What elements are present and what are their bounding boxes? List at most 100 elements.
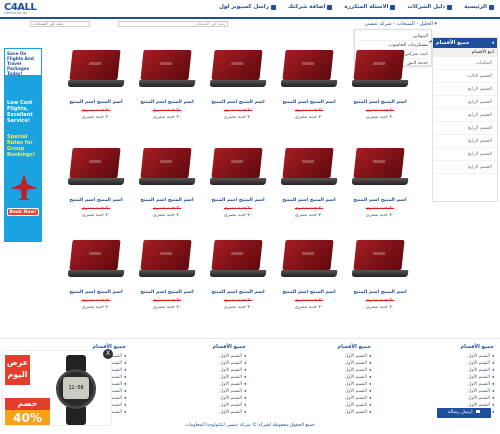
sidebar-item[interactable]: القسم الرابع xyxy=(433,109,497,122)
product-image[interactable] xyxy=(280,50,338,90)
product-image[interactable] xyxy=(280,148,338,188)
close-ad-button[interactable]: X xyxy=(103,349,113,359)
footer-column: جميع الأقسامالقسم الأولالقسم الأولالقسم … xyxy=(398,344,495,416)
footer-link[interactable]: القسم الأول xyxy=(275,353,371,360)
product-image[interactable] xyxy=(209,148,267,188)
product-old-price: ٧٠ جنيه مصري xyxy=(81,108,111,113)
send-message-label: ارسل رسالة xyxy=(447,410,473,415)
sidebar-item[interactable]: القسم الرابع xyxy=(433,135,497,148)
product-name[interactable]: اسم المنتج اسم المنتج xyxy=(202,100,274,105)
footer-link[interactable]: القسم الأول xyxy=(275,402,371,409)
product-image[interactable] xyxy=(67,148,125,188)
product-name[interactable]: اسم المنتج اسم المنتج xyxy=(60,290,132,295)
product-price: ٧٠ جنيه مصري xyxy=(294,213,324,218)
sidebar-item[interactable]: القسم الرابع xyxy=(433,148,497,161)
discount-label: خصم xyxy=(5,398,50,410)
nav-item-home[interactable]: الرئيسية xyxy=(464,4,494,10)
product-name[interactable]: اسم المنتج اسم المنتج xyxy=(273,290,345,295)
product-image[interactable] xyxy=(280,240,338,280)
product-image[interactable] xyxy=(351,50,409,90)
product-name[interactable]: اسم المنتج اسم المنتج xyxy=(344,100,416,105)
product-image[interactable] xyxy=(138,240,196,280)
product-image[interactable] xyxy=(351,148,409,188)
product-name[interactable]: اسم المنتج اسم المنتج xyxy=(202,290,274,295)
product-old-price: ٧٠ جنيه مصري xyxy=(223,298,253,303)
product-name[interactable]: اسم المنتج اسم المنتج xyxy=(131,198,203,203)
product-image[interactable] xyxy=(138,148,196,188)
product-name[interactable]: اسم المنتج اسم المنتج xyxy=(273,198,345,203)
mail-icon xyxy=(270,4,276,10)
footer-link[interactable]: القسم الأول xyxy=(398,374,494,381)
sidebar-item[interactable]: القسم الرابع xyxy=(433,161,497,174)
sidebar-item[interactable]: القسم الثالث xyxy=(433,70,497,83)
footer-link[interactable]: القسم الأول xyxy=(275,409,371,416)
watch-promo-ad[interactable]: عرض اليوم 12:08 خصم 40% xyxy=(2,350,112,426)
book-now-button[interactable]: Book Now! xyxy=(7,208,39,216)
footer-link[interactable]: القسم الأول xyxy=(150,381,246,388)
nav-item-add-company[interactable]: اضافة شركتك xyxy=(288,4,333,10)
product-price: ٧٠ جنيه مصري xyxy=(81,213,111,218)
product-name[interactable]: اسم المنتج اسم المنتج xyxy=(202,198,274,203)
search-category-select[interactable]: بحث في المنتجات xyxy=(30,21,90,27)
product-image[interactable] xyxy=(209,50,267,90)
product-name[interactable]: اسم المنتج اسم المنتج xyxy=(60,100,132,105)
top-nav: الرئيسية دليل الشركات الاسئلة المتكررة ا… xyxy=(219,4,494,10)
nav-item-faq[interactable]: الاسئلة المتكررة xyxy=(344,4,396,10)
footer-link[interactable]: القسم الأول xyxy=(398,388,494,395)
product-image[interactable] xyxy=(351,240,409,280)
breadcrumb[interactable]: ▾ الخليل - المنتجات - شركة عيسى xyxy=(232,21,437,29)
footer-link[interactable]: القسم الأول xyxy=(150,388,246,395)
product-name[interactable]: اسم المنتج اسم المنتج xyxy=(344,290,416,295)
footer-link[interactable]: القسم الأول xyxy=(275,395,371,402)
product-name[interactable]: اسم المنتج اسم المنتج xyxy=(60,198,132,203)
sidebar-header[interactable]: ◂ جميع الأقسام xyxy=(433,38,497,48)
sidebar-subheader[interactable]: اتبع الأقسام xyxy=(433,48,497,57)
search-input[interactable]: بحث في المنتجات xyxy=(118,21,228,27)
product-name[interactable]: اسم المنتج اسم المنتج xyxy=(131,100,203,105)
footer-link[interactable]: القسم الأول xyxy=(398,353,494,360)
cart-icon xyxy=(447,4,453,10)
product-old-price: ٧٠ جنيه مصري xyxy=(81,298,111,303)
sidebar-item[interactable]: المكتبات xyxy=(433,57,497,70)
sidebar-header-label: جميع الأقسام xyxy=(436,40,470,46)
footer-link[interactable]: القسم الأول xyxy=(275,367,371,374)
footer-link[interactable]: القسم الأول xyxy=(398,367,494,374)
product-name[interactable]: اسم المنتج اسم المنتج xyxy=(273,100,345,105)
footer-link[interactable]: القسم الأول xyxy=(150,409,246,416)
footer-link[interactable]: القسم الأول xyxy=(150,374,246,381)
footer-link[interactable]: القسم الأول xyxy=(150,360,246,367)
product-old-price: ٧٠ جنيه مصري xyxy=(294,298,324,303)
product-image[interactable] xyxy=(67,50,125,90)
footer-link[interactable]: القسم الأول xyxy=(150,353,246,360)
footer-link[interactable]: القسم الأول xyxy=(398,395,494,402)
product-old-price: ٧٠ جنيه مصري xyxy=(365,298,395,303)
footer-link[interactable]: القسم الأول xyxy=(150,367,246,374)
product-name[interactable]: اسم المنتج اسم المنتج xyxy=(344,198,416,203)
product-image[interactable] xyxy=(67,240,125,280)
product-price: ٧٠ جنيه مصري xyxy=(223,115,253,120)
footer-link[interactable]: القسم الأول xyxy=(398,360,494,367)
footer-link[interactable]: القسم الأول xyxy=(150,402,246,409)
dropdown-item[interactable]: البيوتاين xyxy=(358,32,428,41)
home-icon xyxy=(489,4,494,10)
sidebar-item[interactable]: القسم الرابع xyxy=(433,122,497,135)
nav-item-contact[interactable]: راسل كمبيوتر لول xyxy=(219,4,276,10)
footer-column-header: جميع الأقسام xyxy=(337,344,372,350)
send-message-button[interactable]: ارسل رسالة xyxy=(437,408,491,418)
chat-icon xyxy=(476,410,481,413)
ad-headline: Save On Flights And Travel Packages Toda… xyxy=(4,48,42,76)
footer-link[interactable]: القسم الأول xyxy=(275,381,371,388)
footer-link[interactable]: القسم الأول xyxy=(398,381,494,388)
product-image[interactable] xyxy=(138,50,196,90)
sidebar-item[interactable]: القسم الرابع xyxy=(433,83,497,96)
footer-link[interactable]: القسم الأول xyxy=(275,388,371,395)
footer-link[interactable]: القسم الأول xyxy=(150,395,246,402)
product-price: ٧٠ جنيه مصري xyxy=(294,115,324,120)
footer-link[interactable]: القسم الأول xyxy=(275,360,371,367)
sidebar-item[interactable]: القسم الرابع xyxy=(433,96,497,109)
product-name[interactable]: اسم المنتج اسم المنتج xyxy=(131,290,203,295)
footer-link[interactable]: القسم الأول xyxy=(275,374,371,381)
product-image[interactable] xyxy=(209,240,267,280)
nav-item-directory[interactable]: دليل الشركات xyxy=(407,4,453,10)
travel-ad-banner[interactable]: Save On Flights And Travel Packages Toda… xyxy=(4,48,42,242)
